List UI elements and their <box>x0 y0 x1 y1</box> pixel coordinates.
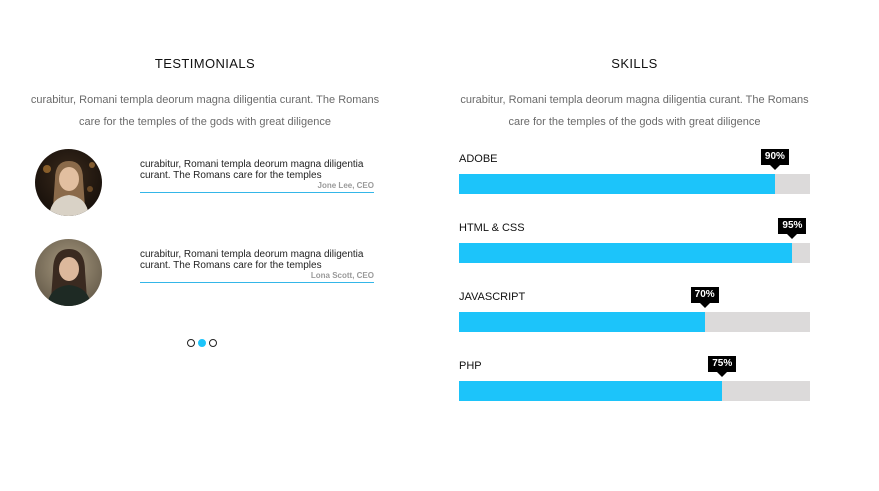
skills-intro-line-1: curabitur, Romani templa deorum magna di… <box>460 94 809 106</box>
testimonial-quote: curabitur, Romani templa deorum magna di… <box>140 159 374 193</box>
skill-percent-tag: 95% <box>778 218 807 239</box>
skill-bar-fill <box>459 243 793 263</box>
skill-name: JAVASCRIPT <box>459 291 526 303</box>
skills-title: SKILLS <box>611 56 658 71</box>
skill-adobe: ADOBE 90% <box>459 149 810 203</box>
skill-percent-tag: 90% <box>760 149 789 170</box>
skill-bar-fill <box>459 381 723 401</box>
testimonials-intro: curabitur, Romani templa deorum magna di… <box>30 89 380 133</box>
testimonial-quote-text: curabitur, Romani templa deorum magna di… <box>140 249 364 271</box>
woman-portrait-icon <box>35 239 102 306</box>
testimonials-section: TESTIMONIALS curabitur, Romani templa de… <box>30 0 380 491</box>
avatar <box>35 149 102 216</box>
avatar <box>35 239 102 306</box>
skill-html-css: HTML & CSS 95% <box>459 218 810 272</box>
skill-percent-tag: 70% <box>690 287 719 308</box>
skill-javascript: JAVASCRIPT 70% <box>459 287 810 341</box>
testimonial-author: Lona Scott, CEO <box>310 271 374 280</box>
woman-portrait-icon <box>35 149 102 216</box>
testimonials-intro-line-1: curabitur, Romani templa deorum magna di… <box>30 94 380 106</box>
skill-percent-tag: 75% <box>708 356 737 377</box>
skill-name: ADOBE <box>459 153 498 165</box>
skills-intro-line-2: care for the temples of the gods with gr… <box>508 116 761 128</box>
skill-bar-track: 90% <box>459 149 810 194</box>
testimonial-author: Jone Lee, CEO <box>317 181 374 190</box>
testimonial-quote: curabitur, Romani templa deorum magna di… <box>140 249 374 283</box>
carousel-dot-3[interactable] <box>209 339 217 347</box>
skill-bar-track: 95% <box>459 218 810 263</box>
skill-bar-fill <box>459 312 705 332</box>
skills-intro: curabitur, Romani templa deorum magna di… <box>449 89 820 133</box>
skill-name: PHP <box>459 360 482 372</box>
skills-section: SKILLS curabitur, Romani templa deorum m… <box>459 0 810 491</box>
skill-php: PHP 75% <box>459 356 810 410</box>
skill-bar-track: 70% <box>459 287 810 332</box>
skill-bar-track: 75% <box>459 356 810 401</box>
carousel-dot-1[interactable] <box>187 339 195 347</box>
testimonials-title: TESTIMONIALS <box>154 56 256 71</box>
testimonial-quote-text: curabitur, Romani templa deorum magna di… <box>140 159 364 181</box>
testimonials-intro-line-2: care for the temples of the gods with gr… <box>79 116 331 128</box>
carousel-dot-2[interactable] <box>198 339 206 347</box>
testimonial-item: curabitur, Romani templa deorum magna di… <box>35 149 375 219</box>
skill-name: HTML & CSS <box>459 222 525 234</box>
skill-bar-fill <box>459 174 775 194</box>
carousel-pagination <box>187 339 217 347</box>
testimonial-item: curabitur, Romani templa deorum magna di… <box>35 239 375 309</box>
